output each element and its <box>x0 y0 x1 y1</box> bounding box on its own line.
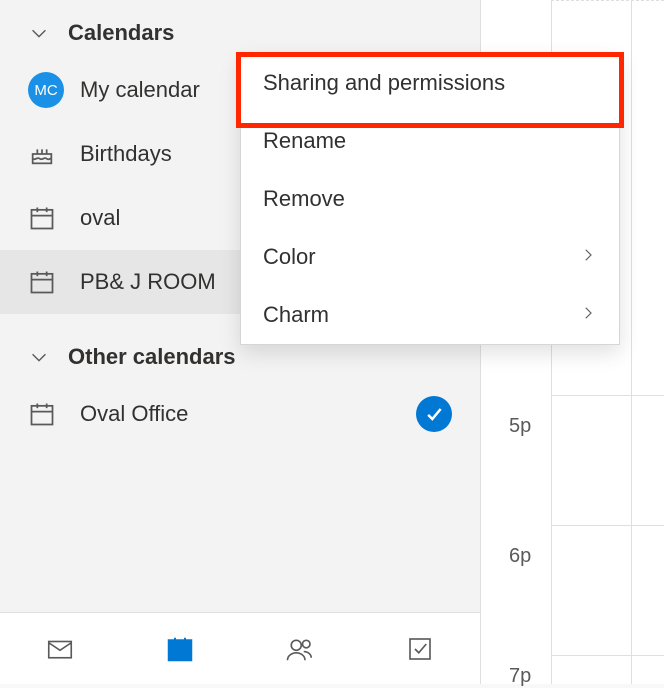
menu-item-label: Charm <box>263 302 579 328</box>
people-icon <box>285 634 315 664</box>
menu-item-label: Sharing and permissions <box>263 70 597 96</box>
calendar-icon <box>165 634 195 664</box>
chevron-down-icon <box>28 346 68 368</box>
calendar-item-oval-office[interactable]: Oval Office <box>0 382 480 446</box>
tasks-icon <box>405 634 435 664</box>
calendar-icon <box>28 268 68 296</box>
calendar-item-label: Oval Office <box>68 401 416 427</box>
group-label: Calendars <box>68 20 174 46</box>
menu-rename[interactable]: Rename <box>241 112 619 170</box>
chevron-right-icon <box>579 302 597 328</box>
menu-charm[interactable]: Charm <box>241 286 619 344</box>
checkmark-icon <box>416 396 452 432</box>
group-label: Other calendars <box>68 344 236 370</box>
tasks-button[interactable] <box>360 613 480 684</box>
calendar-icon <box>28 400 68 428</box>
calendar-icon <box>28 204 68 232</box>
menu-sharing-permissions[interactable]: Sharing and permissions <box>241 54 619 112</box>
time-label: 6p <box>509 545 531 568</box>
people-button[interactable] <box>240 613 360 684</box>
avatar: MC <box>28 72 68 108</box>
menu-remove[interactable]: Remove <box>241 170 619 228</box>
mail-button[interactable] <box>0 613 120 684</box>
birthday-icon <box>28 140 68 168</box>
menu-item-label: Color <box>263 244 579 270</box>
menu-color[interactable]: Color <box>241 228 619 286</box>
menu-item-label: Remove <box>263 186 597 212</box>
menu-item-label: Rename <box>263 128 597 154</box>
chevron-right-icon <box>579 244 597 270</box>
mail-icon <box>45 634 75 664</box>
module-switcher <box>0 612 480 684</box>
calendar-context-menu: Sharing and permissions Rename Remove Co… <box>240 53 620 345</box>
chevron-down-icon <box>28 22 68 44</box>
group-header-calendars[interactable]: Calendars <box>0 8 480 58</box>
time-label: 5p <box>509 415 531 438</box>
calendar-button[interactable] <box>120 613 240 684</box>
time-label: 7p <box>509 665 531 688</box>
